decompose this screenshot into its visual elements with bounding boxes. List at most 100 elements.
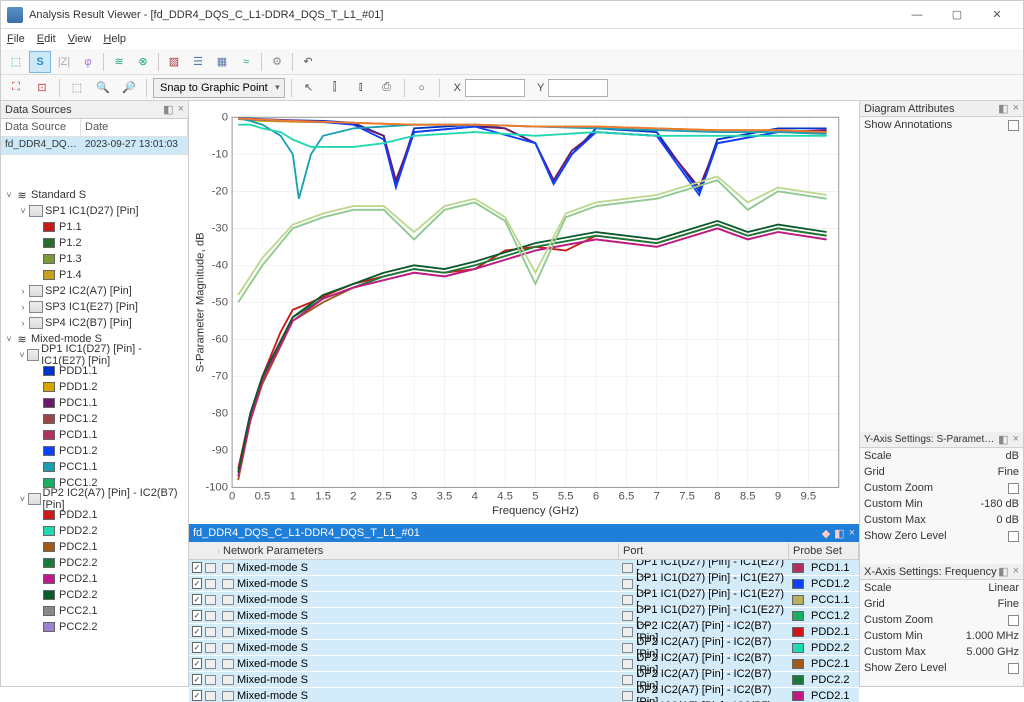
svg-text:5: 5 xyxy=(532,491,538,503)
marker-h-icon[interactable]: ⫾ xyxy=(350,77,372,99)
svg-text:-90: -90 xyxy=(212,444,228,456)
tree-sp2[interactable]: ›SP2 IC2(A7) [Pin] xyxy=(3,283,186,299)
close-button[interactable]: ✕ xyxy=(977,1,1017,28)
tree-leaf[interactable]: PCD2.2 xyxy=(3,587,186,603)
svg-text:-50: -50 xyxy=(212,296,228,308)
bottom-tab[interactable]: fd_DDR4_DQS_C_L1-DDR4_DQS_T_L1_#01 ◆◧× xyxy=(189,524,859,542)
tree-sp1[interactable]: ˅SP1 IC1(D27) [Pin] xyxy=(3,203,186,219)
close-panel-icon[interactable]: × xyxy=(178,103,184,116)
tab-pin-icon[interactable]: ◆ xyxy=(822,527,830,540)
svg-text:2: 2 xyxy=(350,491,356,503)
tool-polar-icon[interactable]: ⊗ xyxy=(132,51,154,73)
menu-file[interactable]: File xyxy=(7,33,25,45)
svg-text:Frequency (GHz): Frequency (GHz) xyxy=(492,505,579,517)
tree-leaf[interactable]: P1.2 xyxy=(3,235,186,251)
tree-dp2[interactable]: ˅DP2 IC2(A7) [Pin] - IC2(B7) [Pin] xyxy=(3,491,186,507)
tool-phi-button[interactable]: φ xyxy=(77,51,99,73)
x-axis-title: X-Axis Settings: Frequency ◧× xyxy=(860,564,1023,580)
menu-edit[interactable]: Edit xyxy=(37,33,56,45)
x-field[interactable] xyxy=(465,79,525,97)
sources-columns: Data SourceDate xyxy=(1,119,188,137)
undock-icon[interactable]: ◧ xyxy=(163,103,173,116)
tree-leaf[interactable]: PCC2.1 xyxy=(3,603,186,619)
tool-fit-icon[interactable]: ⬚ xyxy=(5,51,27,73)
print-icon[interactable]: ⎙ xyxy=(376,77,398,99)
menu-help[interactable]: Help xyxy=(103,33,126,45)
tool-pick-icon[interactable]: ▨ xyxy=(163,51,185,73)
zoom-all-icon[interactable]: ⊡ xyxy=(31,77,53,99)
parameter-tree: ˅≋Standard S ˅SP1 IC1(D27) [Pin] P1.1P1.… xyxy=(1,185,188,686)
app-icon xyxy=(7,7,23,23)
svg-text:1.5: 1.5 xyxy=(315,491,331,503)
tree-dp1[interactable]: ˅DP1 IC1(D27) [Pin] - IC1(E27) [Pin] xyxy=(3,347,186,363)
show-annotations-row[interactable]: Show Annotations xyxy=(860,117,1023,133)
tree-leaf[interactable]: PCD1.1 xyxy=(3,427,186,443)
menubar: File Edit View Help xyxy=(1,29,1023,49)
tree-leaf[interactable]: PCC2.2 xyxy=(3,619,186,635)
svg-text:-100: -100 xyxy=(205,481,228,493)
tree-leaf[interactable]: PDD1.2 xyxy=(3,379,186,395)
svg-text:-70: -70 xyxy=(212,370,228,382)
tool-grid-icon[interactable]: ▦ xyxy=(211,51,233,73)
svg-text:8.5: 8.5 xyxy=(740,491,756,503)
tree-sp3[interactable]: ›SP3 IC1(E27) [Pin] xyxy=(3,299,186,315)
tab-close-icon[interactable]: × xyxy=(849,527,855,540)
svg-text:4.5: 4.5 xyxy=(497,491,513,503)
tool-list-icon[interactable]: ☰ xyxy=(187,51,209,73)
minimize-button[interactable]: — xyxy=(897,1,937,28)
x-label: X xyxy=(454,82,461,94)
menu-view[interactable]: View xyxy=(68,33,92,45)
tree-leaf[interactable]: PDD2.2 xyxy=(3,523,186,539)
tree-leaf[interactable]: PCD2.1 xyxy=(3,571,186,587)
zoom-out-icon[interactable]: 🔍 xyxy=(92,77,114,99)
svg-text:2.5: 2.5 xyxy=(376,491,392,503)
tool-z-button[interactable]: |Z| xyxy=(53,51,75,73)
snap-dropdown[interactable]: Snap to Graphic Point xyxy=(153,78,285,98)
tree-sp4[interactable]: ›SP4 IC2(B7) [Pin] xyxy=(3,315,186,331)
right-panel: Diagram Attributes ◧× Show Annotations Y… xyxy=(859,101,1023,686)
svg-text:-40: -40 xyxy=(212,259,228,271)
tree-leaf[interactable]: PDC1.2 xyxy=(3,411,186,427)
tool-wave-icon[interactable]: ≈ xyxy=(235,51,257,73)
tool-settings-icon[interactable]: ⚙ xyxy=(266,51,288,73)
zoom-extents-icon[interactable]: ⛶ xyxy=(5,77,27,99)
tool-s-button[interactable]: S xyxy=(29,51,51,73)
zoom-in-icon[interactable]: 🔎 xyxy=(118,77,140,99)
svg-text:-10: -10 xyxy=(212,148,228,160)
tree-leaf[interactable]: PDC2.2 xyxy=(3,555,186,571)
source-row-selected[interactable]: fd_DDR4_DQ…2023-09-27 13:01:03 xyxy=(1,137,188,155)
tool-undo-icon[interactable]: ↶ xyxy=(297,51,319,73)
chart-svg: 0-10-20-30-40-50-60-70-80-90-10000.511.5… xyxy=(191,107,849,518)
tree-leaf[interactable]: PDC1.1 xyxy=(3,395,186,411)
tree-leaf[interactable]: P1.1 xyxy=(3,219,186,235)
tree-leaf[interactable]: PCC1.1 xyxy=(3,459,186,475)
data-sources-panel: Data Sources ◧× Data SourceDate fd_DDR4_… xyxy=(1,101,189,686)
tab-undock-icon[interactable]: ◧ xyxy=(834,527,844,540)
svg-text:0: 0 xyxy=(229,491,235,503)
titlebar: Analysis Result Viewer - [fd_DDR4_DQS_C_… xyxy=(1,1,1023,29)
chart-area[interactable]: 0-10-20-30-40-50-60-70-80-90-10000.511.5… xyxy=(189,101,859,524)
svg-text:1: 1 xyxy=(290,491,296,503)
marker-v-icon[interactable]: ⫿ xyxy=(324,77,346,99)
cursor-icon[interactable]: ↖ xyxy=(298,77,320,99)
circle-icon[interactable]: ○ xyxy=(411,77,433,99)
close-icon[interactable]: × xyxy=(1013,102,1019,115)
tree-standard-s[interactable]: ˅≋Standard S xyxy=(3,187,186,203)
tree-leaf[interactable]: PCD1.2 xyxy=(3,443,186,459)
maximize-button[interactable]: ▢ xyxy=(937,1,977,28)
svg-text:7.5: 7.5 xyxy=(679,491,695,503)
tree-leaf[interactable]: P1.4 xyxy=(3,267,186,283)
svg-text:6: 6 xyxy=(593,491,599,503)
undock-icon[interactable]: ◧ xyxy=(998,102,1008,115)
svg-text:7: 7 xyxy=(654,491,660,503)
zoom-window-icon[interactable]: ⬚ xyxy=(66,77,88,99)
tree-leaf[interactable]: P1.3 xyxy=(3,251,186,267)
tree-leaf[interactable]: PDC2.1 xyxy=(3,539,186,555)
tool-smith-icon[interactable]: ≋ xyxy=(108,51,130,73)
svg-text:0: 0 xyxy=(222,111,228,123)
svg-text:S-Parameter Magnitude, dB: S-Parameter Magnitude, dB xyxy=(194,232,206,372)
y-field[interactable] xyxy=(548,79,608,97)
y-label: Y xyxy=(537,82,544,94)
svg-text:-80: -80 xyxy=(212,407,228,419)
svg-text:8: 8 xyxy=(714,491,720,503)
